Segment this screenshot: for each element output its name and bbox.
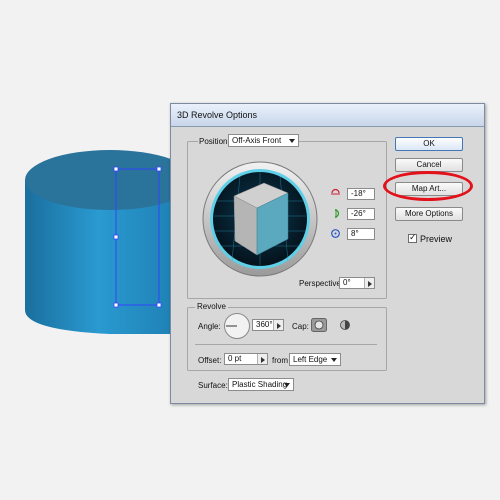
offset-arrow-icon[interactable] <box>257 354 267 364</box>
position-label: Position: <box>198 137 231 146</box>
angle-arrow-icon[interactable] <box>273 320 283 330</box>
3d-revolve-dialog: 3D Revolve Options Position: Off-Axis Fr… <box>170 103 485 404</box>
cancel-button[interactable]: Cancel <box>395 158 463 172</box>
x-axis-rotate-icon <box>331 188 340 195</box>
track-cube[interactable] <box>202 161 318 277</box>
offset-label: Offset: <box>198 356 222 365</box>
cap-off-icon[interactable] <box>339 319 351 331</box>
surface-label: Surface: <box>198 381 228 390</box>
perspective-arrow-icon[interactable] <box>364 278 374 288</box>
position-dropdown[interactable]: Off-Axis Front <box>228 134 299 147</box>
dialog-title: 3D Revolve Options <box>177 110 258 120</box>
from-label: from <box>272 356 288 365</box>
chevron-down-icon <box>331 358 337 362</box>
revolve-divider <box>195 344 377 345</box>
preview-checkbox[interactable] <box>408 232 417 243</box>
chevron-down-icon <box>289 139 295 143</box>
dialog-titlebar[interactable]: 3D Revolve Options <box>171 104 484 127</box>
rotate-y-input[interactable]: -26° <box>347 208 375 220</box>
perspective-input[interactable]: 0° <box>339 277 375 289</box>
surface-dropdown[interactable]: Plastic Shading <box>228 378 294 391</box>
cap-on-icon[interactable] <box>311 318 327 332</box>
preview-label: Preview <box>420 234 453 244</box>
y-axis-rotate-icon <box>334 209 340 218</box>
angle-label: Angle: <box>198 322 221 331</box>
angle-dial[interactable] <box>223 312 251 340</box>
z-axis-rotate-icon <box>331 229 340 238</box>
rotate-z-input[interactable]: 8° <box>347 228 375 240</box>
cap-label: Cap: <box>292 322 309 331</box>
more-options-button[interactable]: More Options <box>395 207 463 221</box>
revolve-group-label: Revolve <box>195 302 228 311</box>
map-art-highlight-ring <box>383 171 473 201</box>
from-dropdown[interactable]: Left Edge <box>289 353 341 366</box>
rotate-x-input[interactable]: -18° <box>347 188 375 200</box>
ok-button[interactable]: OK <box>395 137 463 151</box>
perspective-label: Perspective: <box>299 279 344 288</box>
chevron-down-icon <box>284 383 290 387</box>
offset-input[interactable]: 0 pt <box>224 353 268 365</box>
angle-input[interactable]: 360° <box>252 319 284 331</box>
